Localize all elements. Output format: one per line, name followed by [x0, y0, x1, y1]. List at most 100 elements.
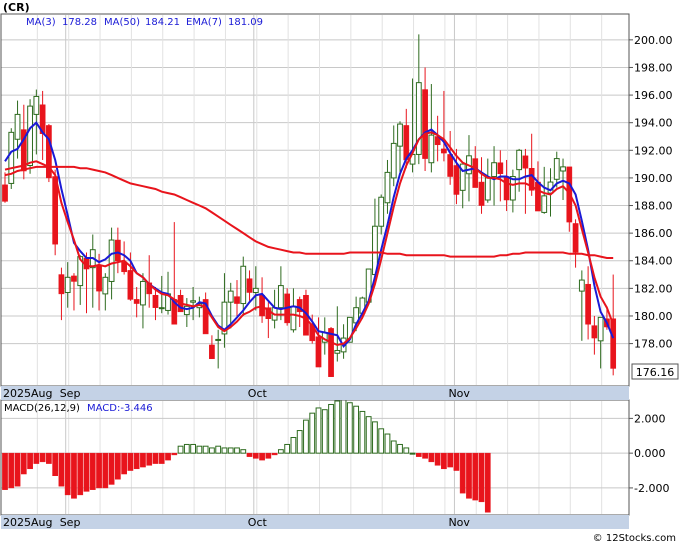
candle-body-up — [516, 149, 523, 171]
date-label: Oct — [248, 387, 268, 400]
candle-body-down — [115, 239, 121, 261]
date-label: Oct — [248, 516, 268, 529]
macd-bar-positive — [296, 430, 303, 454]
macd-bar-positive — [215, 445, 222, 454]
candle-body-down — [497, 162, 504, 175]
macd-bar-negative — [64, 452, 71, 496]
candle-body-down — [234, 296, 240, 304]
macd-bar-positive — [202, 445, 209, 454]
candle-body-down — [133, 299, 140, 304]
macd-bar-negative — [83, 452, 90, 492]
macd-bar-positive — [346, 402, 353, 454]
macd-bar-negative — [441, 452, 447, 470]
candle-body-up — [397, 123, 403, 147]
macd-bar-positive — [303, 419, 309, 454]
candle-body-up — [290, 305, 297, 331]
candle-body-down — [58, 274, 65, 295]
candle-body-up — [541, 195, 548, 213]
date-axis-band-bottom — [1, 515, 629, 529]
candle-body-up — [384, 171, 391, 204]
ticker-title: (CR) — [3, 1, 30, 14]
date-label: Nov — [448, 516, 470, 529]
macd-bar-negative — [415, 452, 422, 457]
date-label: Sep — [60, 516, 81, 529]
candle-body-down — [585, 283, 591, 325]
macd-bar-negative — [459, 452, 466, 494]
macd-bar-positive — [340, 398, 347, 454]
macd-bar-negative — [27, 452, 33, 470]
macd-bar-negative — [39, 452, 46, 463]
macd-bar-negative — [127, 452, 134, 471]
candle-body-down — [478, 181, 485, 206]
macd-bar-negative — [108, 452, 115, 485]
price-tick-label: 178.00 — [634, 338, 673, 351]
macd-bar-positive — [353, 405, 360, 454]
macd-bar-negative — [271, 452, 278, 456]
candle-body-down — [535, 181, 541, 212]
price-tick-label: 194.00 — [634, 117, 673, 130]
candle-body-up — [102, 276, 109, 295]
candle-body-down — [447, 154, 454, 177]
macd-bar-negative — [140, 452, 146, 468]
macd-legend: MACD(26,12,9) MACD:-3.446 — [4, 403, 153, 414]
chart-background — [0, 0, 680, 546]
candle-body-up — [215, 338, 222, 341]
legend-macd-label: MACD(26,12,9) — [4, 403, 80, 414]
candle-body-down — [591, 325, 598, 339]
candle-body-up — [14, 113, 21, 140]
macd-bar-positive — [290, 437, 297, 454]
macd-bar-negative — [77, 452, 84, 496]
candle-body-up — [378, 196, 385, 227]
macd-bar-negative — [422, 452, 428, 459]
candle-body-up — [390, 142, 397, 179]
macd-bar-negative — [8, 452, 15, 489]
price-tick-label: 186.00 — [634, 227, 673, 240]
macd-bar-positive — [403, 447, 410, 454]
macd-bar-positive — [384, 433, 391, 454]
macd-bar-negative — [20, 452, 27, 475]
macd-bar-negative — [89, 452, 96, 490]
price-legend: MA(3) 178.28 MA(50) 184.21 EMA(7) 181.09 — [26, 17, 263, 28]
macd-tick-label: 0.000 — [634, 447, 666, 460]
macd-bar-positive — [209, 447, 215, 454]
macd-bar-positive — [397, 443, 403, 454]
macd-bar-negative — [2, 452, 8, 490]
candle-body-up — [252, 287, 259, 294]
macd-bar-negative — [146, 452, 153, 466]
watermark: © 12Stocks.com — [593, 533, 676, 544]
macd-bar-negative — [158, 452, 165, 464]
price-tick-label: 200.00 — [634, 34, 673, 47]
candle-body-down — [503, 176, 510, 201]
candle-body-down — [572, 223, 579, 253]
macd-bar-positive — [190, 443, 196, 454]
last-price-label: 176.16 — [636, 366, 675, 379]
candle-body-up — [334, 349, 341, 354]
candle-body-up — [158, 307, 165, 310]
candle-body-down — [2, 184, 8, 202]
date-label: Nov — [448, 387, 470, 400]
last-price-badge: 176.16 — [631, 363, 679, 380]
macd-bar-positive — [284, 443, 291, 454]
price-tick-label: 192.00 — [634, 144, 673, 157]
candle-body-down — [328, 328, 334, 377]
macd-bar-negative — [96, 452, 102, 489]
candle-body-down — [209, 344, 215, 360]
candle-body-down — [246, 278, 253, 293]
macd-bar-positive — [240, 449, 247, 454]
legend-ma3-value: 178.28 — [62, 17, 97, 28]
macd-bar-negative — [171, 452, 178, 456]
macd-bar-positive — [321, 409, 328, 454]
candle-body-up — [553, 158, 560, 180]
macd-bar-positive — [227, 447, 234, 454]
macd-bar-positive — [309, 412, 316, 454]
price-tick-label: 188.00 — [634, 200, 673, 213]
candle-body-up — [491, 162, 497, 178]
candle-body-down — [610, 318, 617, 369]
macd-tick-label: 2.000 — [634, 412, 666, 425]
date-label: 2025Aug — [3, 516, 52, 529]
candle-body-up — [560, 166, 566, 172]
candle-body-up — [240, 265, 247, 305]
macd-bar-negative — [447, 452, 454, 468]
macd-bar-negative — [46, 452, 52, 464]
macd-bar-positive — [183, 443, 190, 454]
